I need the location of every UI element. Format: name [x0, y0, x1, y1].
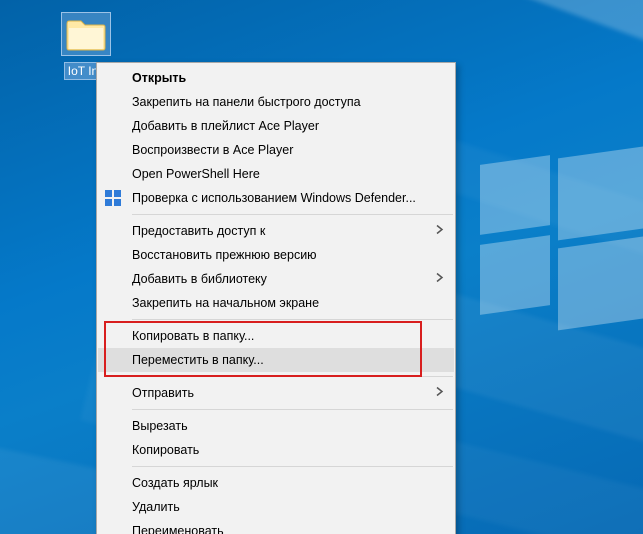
menu-item-rename[interactable]: Переименовать [98, 519, 454, 534]
menu-separator [132, 319, 453, 320]
menu-item-label: Переместить в папку... [132, 353, 426, 367]
menu-item-shortcut[interactable]: Создать ярлык [98, 471, 454, 495]
menu-separator [132, 409, 453, 410]
desktop[interactable]: IoT Ins ОткрытьЗакрепить на панели быстр… [0, 0, 643, 534]
folder-icon [61, 12, 111, 56]
menu-item-label: Open PowerShell Here [132, 167, 426, 181]
menu-item-label: Вырезать [132, 419, 426, 433]
menu-item-label: Копировать [132, 443, 426, 457]
menu-item-label: Проверка с использованием Windows Defend… [132, 191, 426, 205]
menu-item-pin-start[interactable]: Закрепить на начальном экране [98, 291, 454, 315]
menu-item-pin-quick[interactable]: Закрепить на панели быстрого доступа [98, 90, 454, 114]
chevron-right-icon [436, 273, 444, 286]
windows-logo-pane [480, 235, 550, 315]
menu-item-label: Копировать в папку... [132, 329, 426, 343]
menu-item-label: Переименовать [132, 524, 426, 534]
menu-item-label: Воспроизвести в Ace Player [132, 143, 426, 157]
menu-item-delete[interactable]: Удалить [98, 495, 454, 519]
menu-item-cut[interactable]: Вырезать [98, 414, 454, 438]
chevron-right-icon [436, 387, 444, 400]
menu-separator [132, 466, 453, 467]
menu-item-label: Отправить [132, 386, 426, 400]
chevron-right-icon [436, 225, 444, 238]
menu-item-label: Создать ярлык [132, 476, 426, 490]
menu-item-label: Удалить [132, 500, 426, 514]
menu-item-library[interactable]: Добавить в библиотеку [98, 267, 454, 291]
menu-item-ace-playlist[interactable]: Добавить в плейлист Ace Player [98, 114, 454, 138]
menu-item-powershell[interactable]: Open PowerShell Here [98, 162, 454, 186]
windows-logo-pane [558, 232, 643, 331]
menu-item-move-to[interactable]: Переместить в папку... [98, 348, 454, 372]
menu-item-label: Закрепить на панели быстрого доступа [132, 95, 426, 109]
menu-separator [132, 376, 453, 377]
menu-item-send-to[interactable]: Отправить [98, 381, 454, 405]
windows-logo-pane [480, 155, 550, 235]
menu-item-copy[interactable]: Копировать [98, 438, 454, 462]
menu-item-restore-prev[interactable]: Восстановить прежнюю версию [98, 243, 454, 267]
menu-item-label: Добавить в библиотеку [132, 272, 426, 286]
menu-item-grant-access[interactable]: Предоставить доступ к [98, 219, 454, 243]
menu-item-ace-play[interactable]: Воспроизвести в Ace Player [98, 138, 454, 162]
windows-logo-pane [558, 142, 643, 241]
menu-item-label: Добавить в плейлист Ace Player [132, 119, 426, 133]
menu-item-open[interactable]: Открыть [98, 66, 454, 90]
context-menu: Открыть Закрепить на панели быстрого дост… [96, 62, 456, 534]
defender-shield-icon [104, 189, 122, 207]
menu-item-label: Предоставить доступ к [132, 224, 426, 238]
menu-item-defender[interactable]: Проверка с использованием Windows Defend… [98, 186, 454, 210]
menu-item-label: Восстановить прежнюю версию [132, 248, 426, 262]
menu-separator [132, 214, 453, 215]
menu-item-copy-to[interactable]: Копировать в папку... [98, 324, 454, 348]
menu-item-label: Открыть [132, 71, 426, 85]
menu-item-label: Закрепить на начальном экране [132, 296, 426, 310]
